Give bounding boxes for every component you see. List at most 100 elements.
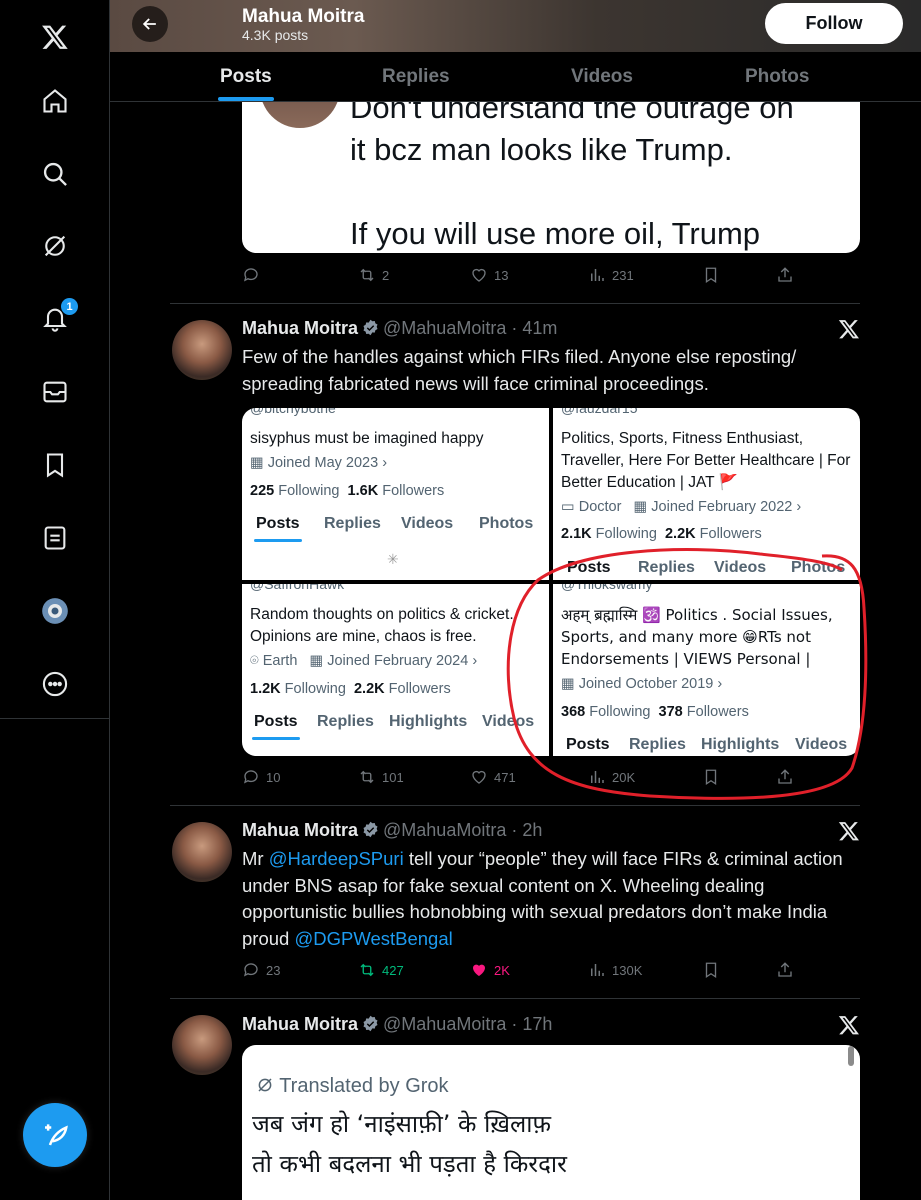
bell-icon[interactable]: 1 [38, 298, 78, 336]
tweet-text: Few of the handles against which FIRs fi… [242, 346, 797, 394]
card-handle: @fauzdar15 [561, 408, 638, 416]
author-name[interactable]: Mahua Moitra [242, 1014, 358, 1034]
tab-videos[interactable]: Videos [571, 66, 633, 88]
tweet-action-bar: 10 101 471 20K [242, 765, 802, 789]
search-icon[interactable] [38, 157, 72, 191]
author-handle[interactable]: @MahuaMoitra [383, 318, 506, 338]
tweet-time[interactable]: 17h [522, 1014, 552, 1034]
reply-button[interactable] [242, 266, 260, 284]
tab-replies[interactable]: Replies [382, 66, 450, 88]
like-count: 2K [494, 962, 510, 978]
card-handle: @SaffronHawk [250, 584, 345, 592]
reply-count: 10 [266, 769, 281, 785]
home-icon[interactable] [38, 84, 72, 118]
retweet-count: 427 [382, 962, 404, 978]
like-button[interactable]: 2K [470, 961, 510, 979]
scrollbar[interactable] [848, 1046, 854, 1066]
view-count: 231 [612, 267, 634, 283]
verified-badge-icon [363, 1015, 378, 1032]
tweet-media-image[interactable]: Translated by Grok जब जंग हो ‘नाइंसाफ़ी’… [242, 1045, 860, 1200]
mail-icon[interactable] [38, 375, 72, 409]
avatar[interactable] [172, 320, 232, 380]
bookmark-button[interactable] [702, 266, 720, 284]
media-text-line: Don't understand the outrage on [350, 102, 794, 125]
share-button[interactable] [776, 768, 794, 786]
avatar[interactable] [172, 1015, 232, 1075]
bookmark-button[interactable] [702, 768, 720, 786]
grok-icon[interactable] [38, 229, 72, 263]
reply-button[interactable]: 23 [242, 961, 280, 979]
card-stats: 225 Following 1.6K Followers [250, 483, 445, 499]
feather-plus-icon [45, 1124, 68, 1146]
views-chart-icon [591, 269, 604, 281]
like-button[interactable]: 13 [470, 266, 508, 284]
heart-icon [472, 770, 486, 784]
profile-screenshot-card[interactable]: @Trilokswamy अहम् ब्रह्मास्मि 🕉️ Politic… [553, 584, 860, 756]
author-name[interactable]: Mahua Moitra [242, 820, 358, 840]
bookmark-icon [705, 267, 717, 284]
tweet-media-grid[interactable]: @bitchybothe sisyphus must be imagined h… [242, 408, 860, 756]
x-logo-icon [838, 1016, 859, 1035]
profile-header: Mahua Moitra 4.3K posts Follow [110, 0, 921, 52]
media-avatar-image [260, 102, 340, 128]
profile-screenshot-card[interactable]: @SaffronHawk Random thoughts on politics… [242, 584, 549, 756]
bookmark-button[interactable] [702, 961, 720, 979]
mention-link[interactable]: @HardeepSPuri [269, 848, 404, 869]
back-button[interactable] [132, 6, 168, 42]
heart-filled-icon [473, 964, 485, 976]
profile-screenshot-card[interactable]: @fauzdar15 Politics, Sports, Fitness Ent… [553, 408, 860, 580]
retweet-button[interactable]: 101 [358, 768, 404, 786]
heart-icon [472, 268, 486, 282]
avatar[interactable] [172, 822, 232, 882]
card-handle: @bitchybothe [250, 408, 336, 416]
tweet-time[interactable]: 41m [522, 318, 557, 338]
card-meta: ▭ Doctor ▦ Joined February 2022 › [561, 499, 802, 515]
reply-button[interactable]: 10 [242, 768, 280, 786]
author-name[interactable]: Mahua Moitra [242, 318, 358, 338]
card-stats: 2.1K Following 2.2K Followers [561, 526, 762, 542]
location-pin-icon: ⌾ [250, 653, 263, 669]
share-button[interactable] [776, 266, 794, 284]
tweet-action-bar: 2 13 231 [242, 263, 802, 287]
translated-by-label: Translated by Grok [256, 1075, 449, 1098]
tab-photos[interactable]: Photos [745, 66, 809, 88]
retweet-button[interactable]: 427 [358, 961, 404, 979]
views-button[interactable]: 130K [588, 961, 642, 979]
mention-link[interactable]: @DGPWestBengal [294, 928, 452, 949]
profile-screenshot-card[interactable]: @bitchybothe sisyphus must be imagined h… [242, 408, 549, 580]
reply-count: 23 [266, 962, 281, 978]
arrow-left-icon [142, 18, 156, 30]
tweet-header: Mahua Moitra @MahuaMoitra · 2h [242, 820, 543, 840]
retweet-button[interactable]: 2 [358, 266, 389, 284]
author-handle[interactable]: @MahuaMoitra [383, 820, 506, 840]
author-handle[interactable]: @MahuaMoitra [383, 1014, 506, 1034]
profile-avatar-icon[interactable] [38, 594, 72, 628]
card-bio: Random thoughts on politics & cricket. O… [250, 606, 514, 645]
media-text-line: जब जंग हो ‘नाइंसाफ़ी’ के ख़िलाफ़ [252, 1110, 551, 1138]
lists-icon[interactable] [38, 521, 72, 555]
follow-button[interactable]: Follow [765, 3, 903, 44]
profile-name: Mahua Moitra [242, 6, 365, 27]
compose-post-button[interactable] [23, 1103, 87, 1167]
tab-posts[interactable]: Posts [220, 66, 272, 88]
tweet-media-image[interactable]: Don't understand the outrage on it bcz m… [242, 102, 860, 253]
x-logo-icon[interactable] [38, 20, 72, 54]
retweet-count: 2 [382, 267, 390, 283]
active-tab-indicator [218, 97, 274, 101]
like-button[interactable]: 471 [470, 768, 516, 786]
share-button[interactable] [776, 961, 794, 979]
retweet-icon [360, 770, 374, 784]
views-button[interactable]: 20K [588, 768, 635, 786]
share-icon [778, 769, 792, 784]
views-chart-icon [591, 771, 604, 783]
views-button[interactable]: 231 [588, 266, 634, 284]
tweet-time[interactable]: 2h [522, 820, 542, 840]
share-icon [778, 962, 792, 977]
calendar-icon: ▦ [309, 653, 328, 669]
card-handle: @Trilokswamy [561, 584, 653, 592]
more-icon[interactable] [38, 667, 72, 701]
reply-icon [243, 963, 258, 977]
bookmark-icon[interactable] [38, 448, 72, 482]
tweet-divider [170, 805, 860, 806]
calendar-icon: ▦ [561, 676, 579, 692]
